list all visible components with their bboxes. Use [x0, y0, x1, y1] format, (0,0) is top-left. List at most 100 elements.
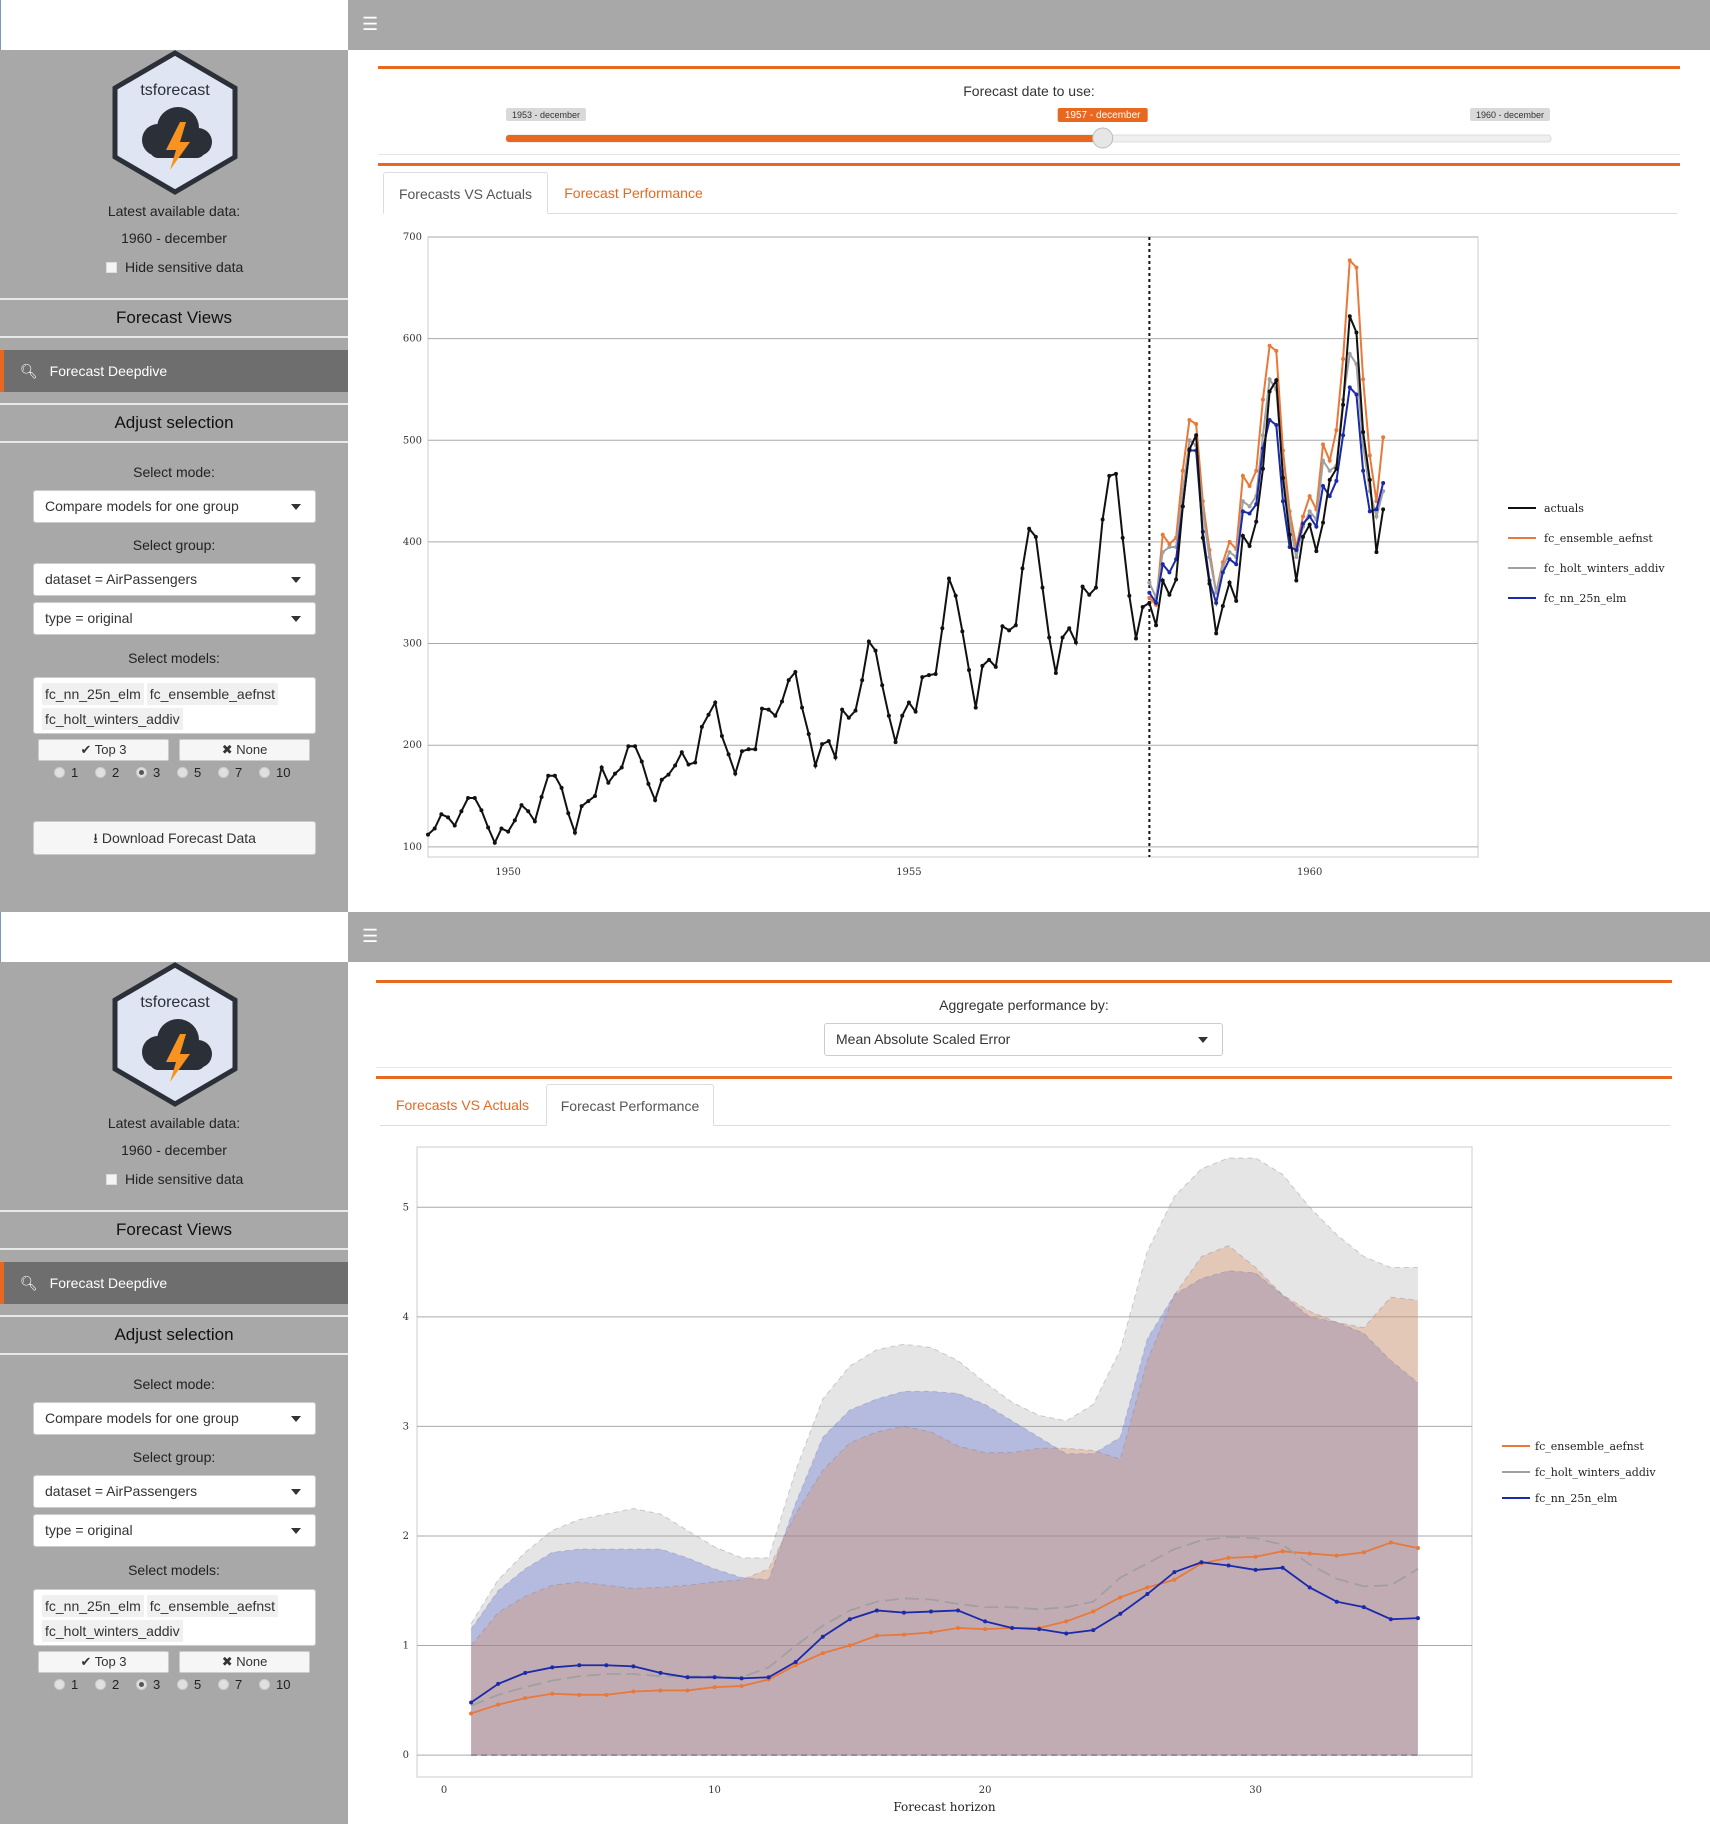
- hamburger-icon[interactable]: ☰: [362, 925, 378, 947]
- hide-sensitive-toggle[interactable]: Hide sensitive data: [106, 259, 243, 275]
- aggregate-dropdown[interactable]: Mean Absolute Scaled Error: [824, 1023, 1223, 1056]
- latest-data-label: Latest available data:: [107, 203, 241, 219]
- radio-option[interactable]: 5: [177, 765, 218, 780]
- hamburger-icon[interactable]: ☰: [362, 13, 378, 35]
- data-point: [1374, 514, 1379, 519]
- radio-button[interactable]: [54, 1679, 65, 1690]
- tab-forecasts-vs-actuals[interactable]: Forecasts VS Actuals: [383, 172, 548, 214]
- data-point: [486, 825, 491, 830]
- legend-label: fc_holt_winters_addiv: [1535, 1466, 1656, 1479]
- nav-item-forecast-deepdive[interactable]: 🔍︎ Forecast Deepdive: [0, 350, 348, 392]
- data-point: [1064, 1619, 1069, 1624]
- select-mode-dropdown[interactable]: Compare models for one group: [33, 490, 316, 523]
- radio-option[interactable]: 2: [95, 765, 136, 780]
- y-tick-label: 700: [403, 232, 422, 243]
- legend-label: fc_ensemble_aefnst: [1544, 532, 1653, 545]
- group-type-dropdown[interactable]: type = original: [33, 602, 316, 635]
- radio-button[interactable]: [177, 767, 188, 778]
- nav-item-forecast-deepdive[interactable]: 🔍︎ Forecast Deepdive: [0, 1262, 348, 1304]
- data-point: [1160, 550, 1165, 555]
- radio-label: 2: [112, 1677, 120, 1692]
- data-point: [499, 826, 504, 831]
- hide-sensitive-checkbox[interactable]: [106, 1173, 117, 1185]
- hide-sensitive-toggle[interactable]: Hide sensitive data: [106, 1171, 243, 1187]
- top3-button[interactable]: ✔ Top 3: [38, 739, 169, 761]
- hide-sensitive-label: Hide sensitive data: [125, 1171, 244, 1187]
- top-n-radio-group[interactable]: 1 2 3 5 7 10: [54, 1677, 300, 1692]
- x-tick-label: 1955: [896, 867, 921, 878]
- none-button[interactable]: ✖ None: [179, 1651, 310, 1673]
- data-point: [639, 759, 644, 764]
- data-point: [713, 700, 718, 705]
- top3-button[interactable]: ✔ Top 3: [38, 1651, 169, 1673]
- data-point: [1033, 534, 1038, 539]
- group-dataset-dropdown[interactable]: dataset = AirPassengers: [33, 563, 316, 596]
- data-point: [619, 765, 624, 770]
- radio-label: 10: [276, 765, 291, 780]
- data-point: [653, 798, 658, 803]
- radio-button-selected[interactable]: [136, 767, 147, 778]
- data-point: [983, 1619, 988, 1624]
- radio-button[interactable]: [95, 767, 106, 778]
- none-button[interactable]: ✖ None: [179, 739, 310, 761]
- model-tag[interactable]: fc_holt_winters_addiv: [42, 1620, 183, 1642]
- data-point: [1160, 532, 1165, 537]
- model-tag[interactable]: fc_ensemble_aefnst: [146, 1595, 279, 1617]
- x-tick-label: 1950: [495, 867, 520, 878]
- radio-option[interactable]: 7: [218, 1677, 259, 1692]
- radio-option[interactable]: 3: [136, 765, 177, 780]
- radio-button[interactable]: [54, 767, 65, 778]
- tab-forecast-performance[interactable]: Forecast Performance: [551, 172, 716, 214]
- data-point: [693, 760, 698, 765]
- data-point: [1253, 1567, 1258, 1572]
- data-point: [1361, 468, 1366, 473]
- data-point: [519, 803, 524, 808]
- box-top-border: [376, 1076, 1672, 1079]
- radio-button[interactable]: [259, 767, 270, 778]
- model-tag[interactable]: fc_holt_winters_addiv: [42, 708, 183, 730]
- radio-option[interactable]: 1: [54, 1677, 95, 1692]
- data-point: [880, 683, 885, 688]
- group-dataset-dropdown[interactable]: dataset = AirPassengers: [33, 1475, 316, 1508]
- radio-option[interactable]: 5: [177, 1677, 218, 1692]
- forecast-date-slider[interactable]: 1953 - december 1960 - december 1957 - d…: [500, 105, 1560, 150]
- radio-button[interactable]: [95, 1679, 106, 1690]
- data-point: [1194, 422, 1199, 427]
- download-forecast-button[interactable]: ⭳ Download Forecast Data: [33, 821, 316, 855]
- data-point: [1240, 533, 1245, 538]
- radio-button-selected[interactable]: [136, 1679, 147, 1690]
- radio-option[interactable]: 1: [54, 765, 95, 780]
- radio-option[interactable]: 2: [95, 1677, 136, 1692]
- slider-handle[interactable]: [1092, 127, 1114, 149]
- data-point: [1367, 453, 1372, 458]
- data-point: [1307, 514, 1312, 519]
- radio-button[interactable]: [218, 1679, 229, 1690]
- radio-option[interactable]: 7: [218, 765, 259, 780]
- radio-option[interactable]: 10: [259, 765, 300, 780]
- radio-button[interactable]: [218, 767, 229, 778]
- radio-button[interactable]: [259, 1679, 270, 1690]
- hide-sensitive-checkbox[interactable]: [106, 261, 117, 273]
- models-multiselect[interactable]: fc_nn_25n_elm fc_ensemble_aefnst fc_holt_w…: [33, 677, 316, 734]
- tab-forecast-performance[interactable]: Forecast Performance: [546, 1084, 714, 1126]
- select-mode-dropdown[interactable]: Compare models for one group: [33, 1402, 316, 1435]
- radio-button[interactable]: [177, 1679, 188, 1690]
- data-point: [1167, 592, 1172, 597]
- data-point: [1361, 1605, 1366, 1610]
- radio-option[interactable]: 10: [259, 1677, 300, 1692]
- model-tag[interactable]: fc_nn_25n_elm: [42, 1595, 144, 1617]
- group-type-dropdown[interactable]: type = original: [33, 1514, 316, 1547]
- model-tag[interactable]: fc_nn_25n_elm: [42, 683, 144, 705]
- data-point: [1220, 570, 1225, 575]
- data-point: [1091, 1628, 1096, 1633]
- model-tag[interactable]: fc_ensemble_aefnst: [146, 683, 279, 705]
- radio-option[interactable]: 3: [136, 1677, 177, 1692]
- none-label: None: [236, 1654, 268, 1669]
- data-point: [1207, 581, 1212, 586]
- data-point: [1260, 397, 1265, 402]
- latest-data-label: Latest available data:: [107, 1115, 241, 1131]
- models-multiselect[interactable]: fc_nn_25n_elm fc_ensemble_aefnst fc_holt_w…: [33, 1589, 316, 1646]
- data-point: [659, 777, 664, 782]
- top-n-radio-group[interactable]: 1 2 3 5 7 10: [54, 765, 300, 780]
- tab-forecasts-vs-actuals[interactable]: Forecasts VS Actuals: [380, 1084, 545, 1126]
